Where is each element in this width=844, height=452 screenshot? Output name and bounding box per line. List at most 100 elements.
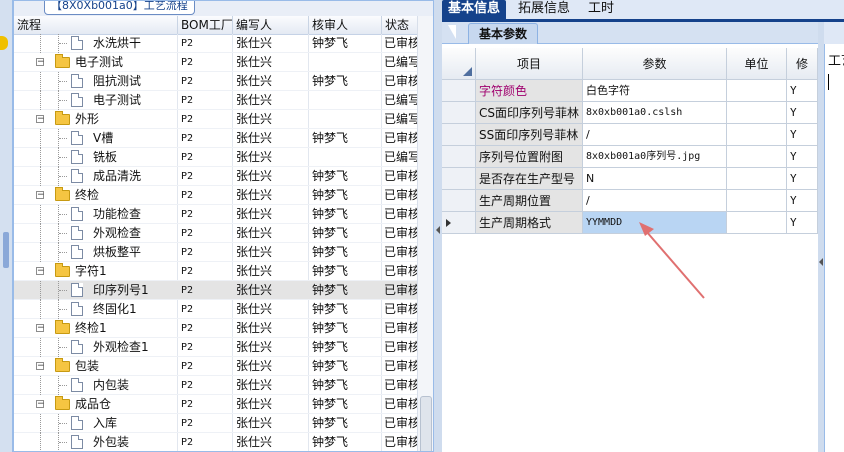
param-value[interactable]: N <box>583 168 727 190</box>
document-icon <box>71 93 83 107</box>
param-unit[interactable] <box>727 102 787 124</box>
tab-work-hours[interactable]: 工时 <box>582 0 620 19</box>
collapse-toggle-icon[interactable]: − <box>36 267 45 276</box>
tree-row[interactable]: 外观检查1 P2 张仕兴 钟梦飞 已审核 <box>14 338 433 357</box>
column-header-process[interactable]: 流程 <box>14 16 178 34</box>
collapse-toggle-icon[interactable]: − <box>36 362 45 371</box>
tree-node-label: 电子测试 <box>75 55 124 69</box>
cell-author: 张仕兴 <box>236 169 273 183</box>
param-row[interactable]: 字符颜色 白色字符 Y <box>442 80 818 102</box>
tree-row[interactable]: − 包装 P2 张仕兴 钟梦飞 已审核 <box>14 357 433 376</box>
column-header-author[interactable]: 编写人 <box>233 16 309 34</box>
collapse-toggle-icon[interactable]: − <box>36 58 45 67</box>
tree-node-label: 成品清洗 <box>93 169 142 183</box>
column-header-modify[interactable]: 修 <box>787 48 818 80</box>
tree-node-label: 字符1 <box>75 264 107 278</box>
left-collapse-strip[interactable] <box>0 0 13 452</box>
param-row[interactable]: 生产周期格式 YYMMDD Y <box>442 212 818 234</box>
collapse-toggle-icon[interactable]: − <box>36 324 45 333</box>
document-icon <box>71 36 83 50</box>
param-row[interactable]: 序列号位置附图 8x0xb001a0序列号.jpg Y <box>442 146 818 168</box>
param-value[interactable]: / <box>583 190 727 212</box>
param-value[interactable]: 8x0xb001a0序列号.jpg <box>583 146 727 168</box>
tree-row[interactable]: 成品清洗 P2 张仕兴 钟梦飞 已审核 <box>14 167 433 186</box>
grid-corner[interactable] <box>442 48 476 80</box>
subtab-basic-params[interactable]: 基本参数 <box>468 23 539 44</box>
collapse-toggle-icon[interactable]: − <box>36 400 45 409</box>
tree-row[interactable]: 入库 P2 张仕兴 钟梦飞 已审核 <box>14 414 433 433</box>
param-item: 字符颜色 <box>476 80 583 102</box>
tree-row[interactable]: − 终检1 P2 张仕兴 钟梦飞 已审核 <box>14 319 433 338</box>
tree-row[interactable]: 电子测试 P2 张仕兴 已编写 <box>14 91 433 110</box>
splitter-grip-icon[interactable] <box>3 232 9 268</box>
tree-row[interactable]: 外观检查 P2 张仕兴 钟梦飞 已审核 <box>14 224 433 243</box>
scrollbar-thumb[interactable] <box>420 396 432 451</box>
panel-title-chip[interactable]: 【8X0Xb001a0】工艺流程 <box>44 1 195 15</box>
tree-node-label: 入库 <box>93 416 118 430</box>
column-header-reviewer[interactable]: 核审人 <box>309 16 382 34</box>
column-header-item[interactable]: 项目 <box>476 48 583 80</box>
param-modify-flag[interactable]: Y <box>787 102 818 124</box>
cell-bom: P2 <box>181 228 194 239</box>
param-value[interactable]: YYMMDD <box>583 212 727 234</box>
cell-status: 已审核 <box>384 207 421 221</box>
param-modify-flag[interactable]: Y <box>787 80 818 102</box>
tree-row[interactable]: 烘板整平 P2 张仕兴 钟梦飞 已审核 <box>14 243 433 262</box>
tree-row[interactable]: 外包装 P2 张仕兴 钟梦飞 已审核 <box>14 433 433 451</box>
row-header[interactable] <box>442 146 476 168</box>
param-row[interactable]: 生产周期位置 / Y <box>442 190 818 212</box>
tree-connector <box>40 72 41 91</box>
param-modify-flag[interactable]: Y <box>787 168 818 190</box>
tree-row[interactable]: − 终检 P2 张仕兴 钟梦飞 已审核 <box>14 186 433 205</box>
tree-row[interactable]: − 电子测试 P2 张仕兴 已编写 <box>14 53 433 72</box>
param-unit[interactable] <box>727 80 787 102</box>
param-value[interactable]: / <box>583 124 727 146</box>
param-value[interactable]: 白色字符 <box>583 80 727 102</box>
row-header[interactable] <box>442 212 476 234</box>
param-unit[interactable] <box>727 168 787 190</box>
tree-row[interactable]: 功能检查 P2 张仕兴 钟梦飞 已审核 <box>14 205 433 224</box>
tree-connector <box>59 100 67 101</box>
param-row[interactable]: SS面印序列号菲林 / Y <box>442 124 818 146</box>
row-header[interactable] <box>442 190 476 212</box>
param-row[interactable]: CS面印序列号菲林 8x0xb001a0.cslsh Y <box>442 102 818 124</box>
param-modify-flag[interactable]: Y <box>787 124 818 146</box>
collapse-toggle-icon[interactable]: − <box>36 191 45 200</box>
collapse-arrow-icon[interactable] <box>819 258 823 266</box>
tree-row[interactable]: − 成品仓 P2 张仕兴 钟梦飞 已审核 <box>14 395 433 414</box>
tab-basic-info[interactable]: 基本信息 <box>442 0 507 19</box>
cell-reviewer: 钟梦飞 <box>312 302 349 316</box>
column-header-param[interactable]: 参数 <box>583 48 727 80</box>
tab-extended-info[interactable]: 拓展信息 <box>512 0 576 19</box>
column-header-bom[interactable]: BOM工厂 <box>178 16 233 34</box>
param-unit[interactable] <box>727 212 787 234</box>
param-unit[interactable] <box>727 124 787 146</box>
param-value[interactable]: 8x0xb001a0.cslsh <box>583 102 727 124</box>
column-header-unit[interactable]: 单位 <box>727 48 787 80</box>
param-modify-flag[interactable]: Y <box>787 212 818 234</box>
tree-connector <box>40 34 41 53</box>
param-modify-flag[interactable]: Y <box>787 190 818 212</box>
tree-row[interactable]: − 外形 P2 张仕兴 已编写 <box>14 110 433 129</box>
column-header-status[interactable]: 状态 <box>382 16 422 34</box>
collapse-toggle-icon[interactable]: − <box>36 115 45 124</box>
row-header[interactable] <box>442 102 476 124</box>
row-header[interactable] <box>442 168 476 190</box>
param-modify-flag[interactable]: Y <box>787 146 818 168</box>
row-header[interactable] <box>442 80 476 102</box>
vertical-scrollbar[interactable] <box>417 16 433 451</box>
tree-row[interactable]: 铣板 P2 张仕兴 已编写 <box>14 148 433 167</box>
tree-row[interactable]: 内包装 P2 张仕兴 钟梦飞 已审核 <box>14 376 433 395</box>
panel-splitter[interactable] <box>434 0 442 452</box>
collapse-left-arrow-icon[interactable] <box>436 226 440 234</box>
param-unit[interactable] <box>727 190 787 212</box>
param-unit[interactable] <box>727 146 787 168</box>
tree-row[interactable]: V槽 P2 张仕兴 钟梦飞 已审核 <box>14 129 433 148</box>
tree-row[interactable]: 水洗烘干 P2 张仕兴 钟梦飞 已审核 <box>14 34 433 53</box>
param-row[interactable]: 是否存在生产型号 N Y <box>442 168 818 190</box>
row-header[interactable] <box>442 124 476 146</box>
tree-row[interactable]: − 字符1 P2 张仕兴 钟梦飞 已审核 <box>14 262 433 281</box>
tree-row[interactable]: 印序列号1 P2 张仕兴 钟梦飞 已审核 <box>14 281 433 300</box>
tree-row[interactable]: 终固化1 P2 张仕兴 钟梦飞 已审核 <box>14 300 433 319</box>
tree-row[interactable]: 阻抗测试 P2 张仕兴 钟梦飞 已审核 <box>14 72 433 91</box>
